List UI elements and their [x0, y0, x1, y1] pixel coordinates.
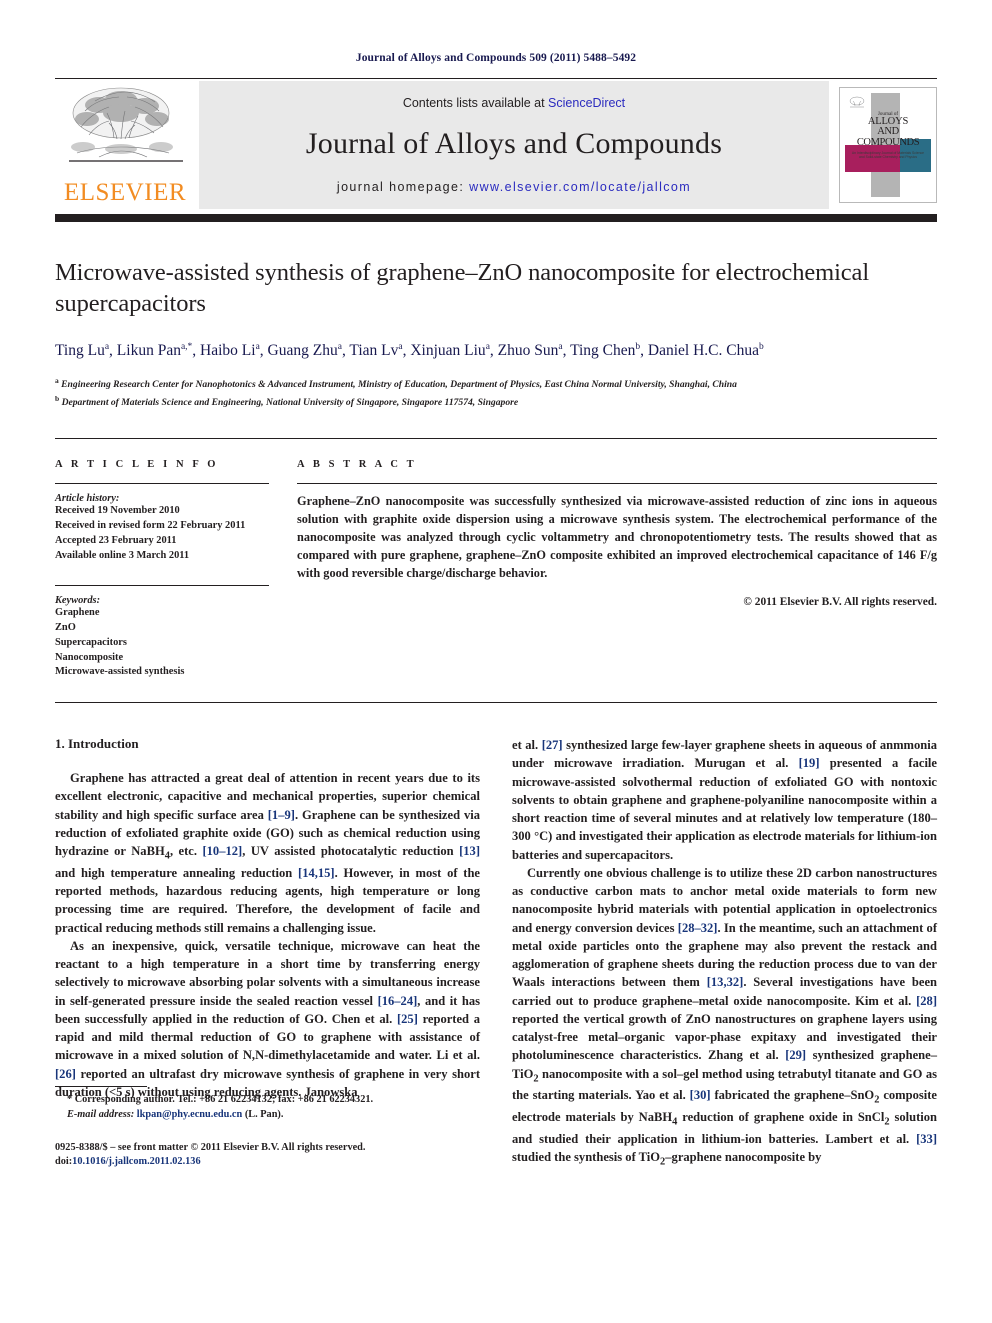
journal-masthead: ELSEVIER Contents lists available at Sci…	[55, 81, 937, 209]
affiliation-b-text: Department of Materials Science and Engi…	[61, 396, 519, 408]
doi-line: doi:10.1016/j.jallcom.2011.02.136	[55, 1155, 480, 1169]
history-item: Accepted 23 February 2011	[55, 534, 177, 546]
cover-text: Journal of ALLOYS AND COMPOUNDS An Inter…	[850, 112, 926, 160]
abstract-text: Graphene–ZnO nanocomposite was successfu…	[297, 494, 937, 581]
cover-tree-icon	[849, 96, 865, 108]
footnote-rule	[55, 1086, 147, 1088]
affiliation-b: b Department of Materials Science and En…	[55, 393, 519, 408]
paragraph: Currently one obvious challenge is to ut…	[512, 865, 938, 1168]
journal-cover-thumbnail[interactable]: Journal of ALLOYS AND COMPOUNDS An Inter…	[839, 87, 937, 203]
affiliation-a: a Engineering Research Center for Nanoph…	[55, 376, 737, 391]
affiliation-a-text: Engineering Research Center for Nanophot…	[61, 379, 737, 391]
sciencedirect-link[interactable]: ScienceDirect	[548, 96, 625, 110]
footnote-area: * Corresponding author. Tel.: +86 21 622…	[55, 1086, 480, 1170]
paragraph: As an inexpensive, quick, versatile tech…	[55, 938, 481, 1099]
issn-line: 0925-8388/$ – see front matter © 2011 El…	[55, 1141, 366, 1153]
masthead-center-panel: Contents lists available at ScienceDirec…	[199, 81, 829, 209]
email-line: E-mail address: lkpan@phy.ecnu.edu.cn (L…	[55, 1108, 480, 1123]
doi-link[interactable]: 10.1016/j.jallcom.2011.02.136	[72, 1156, 200, 1167]
article-info-rule	[55, 483, 269, 485]
keyword-item: Nanocomposite	[55, 651, 124, 663]
history-item: Received in revised form 22 February 201…	[55, 520, 246, 532]
paragraph: et al. [27] synthesized large few-layer …	[512, 738, 937, 862]
cover-line-4: An Interdisciplinary Journal of Material…	[851, 150, 925, 160]
contents-lists-line: Contents lists available at ScienceDirec…	[403, 96, 625, 110]
email-label: E-mail address:	[67, 1108, 135, 1120]
imprint-block: 0925-8388/$ – see front matter © 2011 El…	[55, 1141, 480, 1170]
cover-elsevier-mark-icon	[847, 95, 867, 113]
author-list: Ting Lua, Likun Pana,*, Haibo Lia, Guang…	[55, 341, 764, 359]
history-item: Available online 3 March 2011	[55, 549, 190, 561]
abstract-column: A B S T R A C T Graphene–ZnO nanocomposi…	[297, 439, 937, 680]
left-column: 1. Introduction Graphene has attracted a…	[55, 736, 480, 1170]
journal-homepage-line: journal homepage: www.elsevier.com/locat…	[337, 180, 691, 194]
journal-homepage-link[interactable]: www.elsevier.com/locate/jallcom	[469, 180, 691, 194]
right-column: et al. [27] synthesized large few-layer …	[512, 736, 937, 1170]
history-item: Received 19 November 2010	[55, 505, 180, 517]
body-columns: 1. Introduction Graphene has attracted a…	[55, 736, 937, 1170]
corresponding-author-line: * Corresponding author. Tel.: +86 21 622…	[67, 1094, 374, 1106]
keywords-heading: Keywords:	[55, 595, 101, 607]
affiliations: a Engineering Research Center for Nanoph…	[55, 375, 937, 410]
masthead-top-rule	[55, 78, 937, 79]
masthead-dark-bar	[55, 214, 937, 222]
homepage-prefix: journal homepage:	[336, 180, 470, 194]
keywords-rule	[55, 585, 269, 587]
keywords-block: Keywords: Graphene ZnO Supercapacitors N…	[55, 585, 269, 680]
elsevier-tree-icon	[69, 87, 183, 162]
abstract-rule	[297, 483, 937, 485]
section-heading-introduction: 1. Introduction	[55, 736, 139, 752]
info-abstract-bottom-rule	[55, 702, 937, 704]
email-link[interactable]: lkpan@phy.ecnu.edu.cn	[137, 1109, 242, 1120]
doi-prefix: doi:	[55, 1156, 73, 1168]
keyword-item: ZnO	[55, 622, 76, 634]
corresponding-author-note: * Corresponding author. Tel.: +86 21 622…	[55, 1093, 480, 1123]
article-info-column: A R T I C L E I N F O Article history: R…	[55, 439, 297, 680]
abstract-label: A B S T R A C T	[297, 459, 417, 471]
keyword-item: Microwave-assisted synthesis	[55, 666, 185, 678]
email-suffix: (L. Pan).	[244, 1108, 284, 1120]
article-history-heading: Article history:	[55, 493, 120, 505]
elsevier-logo[interactable]: ELSEVIER	[55, 81, 195, 209]
article-info-label: A R T I C L E I N F O	[55, 459, 219, 471]
cover-line-3: AND COMPOUNDS	[856, 126, 920, 149]
journal-title: Journal of Alloys and Compounds	[305, 127, 723, 160]
copyright-line: © 2011 Elsevier B.V. All rights reserved…	[743, 596, 937, 609]
page-title: Microwave-assisted synthesis of graphene…	[55, 259, 870, 317]
keyword-item: Graphene	[55, 607, 100, 619]
elsevier-wordmark: ELSEVIER	[63, 179, 187, 206]
article-header: Microwave-assisted synthesis of graphene…	[55, 222, 937, 410]
contents-prefix: Contents lists available at	[402, 96, 549, 110]
running-head: Journal of Alloys and Compounds 509 (201…	[355, 52, 637, 64]
info-abstract-block: A R T I C L E I N F O Article history: R…	[55, 438, 937, 680]
paper-page: Journal of Alloys and Compounds 509 (201…	[0, 0, 992, 1323]
paragraph: Graphene has attracted a great deal of a…	[55, 771, 480, 935]
keyword-item: Supercapacitors	[55, 636, 127, 648]
